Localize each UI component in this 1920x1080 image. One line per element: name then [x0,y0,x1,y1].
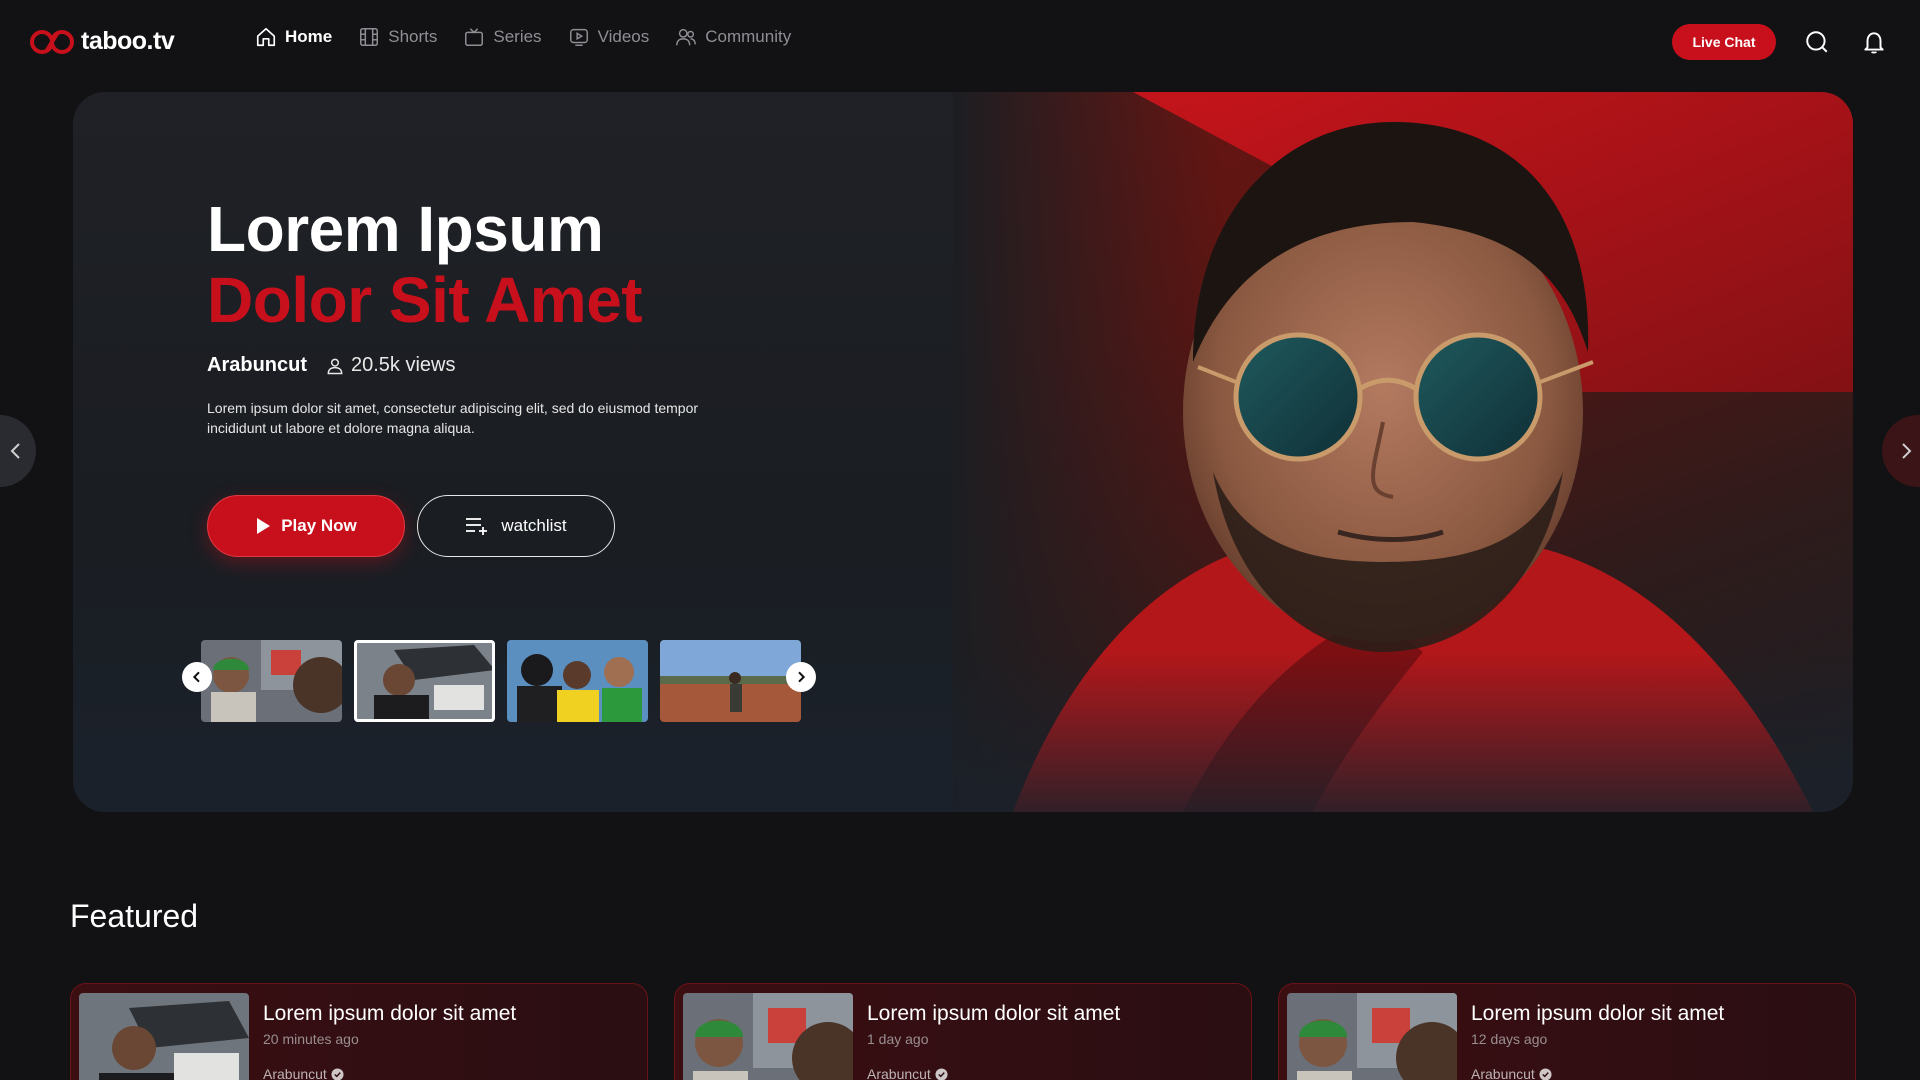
play-icon [257,518,271,534]
hero-views: 20.5k views [325,354,456,377]
verified-icon [331,1067,344,1080]
chevron-left-icon [10,443,20,459]
featured-card[interactable]: Lorem ipsum dolor sit amet 20 minutes ag… [70,983,648,1080]
hero-views-count: 20.5k views [351,354,456,376]
nav-item-label: Community [705,27,792,46]
featured-heading: Featured [70,898,199,934]
featured-card[interactable]: Lorem ipsum dolor sit amet 1 day ago Ara… [674,983,1252,1080]
card-author: Arabuncut [1471,1066,1552,1080]
live-chat-button[interactable]: Live Chat [1672,24,1776,60]
card-title: Lorem ipsum dolor sit amet [867,1002,1121,1025]
hero-description: Lorem ipsum dolor sit amet, consectetur … [207,400,699,436]
thumbnail-image [660,640,801,722]
card-author-name: Arabuncut [1471,1066,1535,1080]
card-author-name: Arabuncut [263,1066,327,1080]
card-title: Lorem ipsum dolor sit amet [1471,1002,1725,1025]
hero-thumbnail[interactable] [201,640,342,722]
hero-banner: Lorem Ipsum Dolor Sit Amet Arabuncut 20.… [73,92,1853,812]
nav-item-label: Videos [597,27,650,46]
main-nav: Home Shorts Series Videos Community [255,26,791,48]
card-thumbnail [683,993,853,1080]
play-now-button[interactable]: Play Now [207,495,405,557]
hero-title-line1: Lorem Ipsum [207,193,604,265]
hero-prev-edge-button[interactable] [0,415,36,487]
nav-item-label: Series [493,27,542,46]
users-icon [676,28,697,46]
hero-thumbnail-strip [201,640,801,722]
verified-icon [1539,1067,1552,1080]
nav-item-label: Home [285,27,333,46]
video-icon [569,28,588,46]
tv-icon [465,28,484,46]
card-timestamp: 12 days ago [1471,1031,1548,1047]
chevron-left-icon [192,671,200,683]
card-author-name: Arabuncut [867,1066,931,1080]
thumbnail-image [201,640,342,722]
featured-card-list: Lorem ipsum dolor sit amet 20 minutes ag… [70,983,1856,1080]
card-thumbnail [79,993,249,1080]
nav-item-home[interactable]: Home [255,26,332,48]
hero-next-edge-button[interactable] [1882,415,1920,487]
thumbnail-image [683,993,853,1080]
featured-card[interactable]: Lorem ipsum dolor sit amet 12 days ago A… [1278,983,1856,1080]
card-timestamp: 1 day ago [867,1031,929,1047]
thumbnail-image [79,993,249,1080]
nav-item-label: Shorts [388,27,438,46]
hero-thumbnail[interactable] [660,640,801,722]
search-icon[interactable] [1804,29,1830,55]
watchlist-label: watchlist [501,516,567,535]
hero-thumbnail[interactable] [507,640,648,722]
thumbnail-image [507,640,648,722]
nav-item-community[interactable]: Community [675,26,791,48]
playlist-add-icon [466,518,488,535]
nav-item-shorts[interactable]: Shorts [358,26,437,48]
card-thumbnail [1287,993,1457,1080]
thumb-next-button[interactable] [786,662,816,692]
page: taboo.tv Home Shorts Series Videos Commu… [0,0,1920,1080]
card-author: Arabuncut [263,1066,344,1080]
nav-item-series[interactable]: Series [463,26,542,48]
thumb-prev-button[interactable] [182,662,212,692]
home-icon [256,27,276,47]
hero-meta: Arabuncut 20.5k views [207,354,456,377]
watchlist-button[interactable]: watchlist [417,495,615,557]
hero-title-line2: Dolor Sit Amet [207,264,643,336]
thumbnail-image [354,640,495,722]
bell-icon[interactable] [1861,29,1887,55]
top-navbar: taboo.tv Home Shorts Series Videos Commu… [0,0,1920,84]
film-icon [360,28,379,46]
nav-item-videos[interactable]: Videos [568,26,650,48]
verified-icon [935,1067,948,1080]
logo[interactable]: taboo.tv [29,27,175,56]
card-title: Lorem ipsum dolor sit amet [263,1002,517,1025]
brand-name: taboo.tv [81,27,175,55]
card-author: Arabuncut [867,1066,948,1080]
hero-author[interactable]: Arabuncut [207,354,307,377]
user-icon [327,358,343,374]
logo-mark-icon [30,29,74,54]
thumbnail-image [1287,993,1457,1080]
play-now-label: Play Now [281,516,357,535]
hero-thumbnail-selected[interactable] [354,640,495,722]
chevron-right-icon [1902,443,1912,459]
card-timestamp: 20 minutes ago [263,1031,359,1047]
chevron-right-icon [798,671,806,683]
